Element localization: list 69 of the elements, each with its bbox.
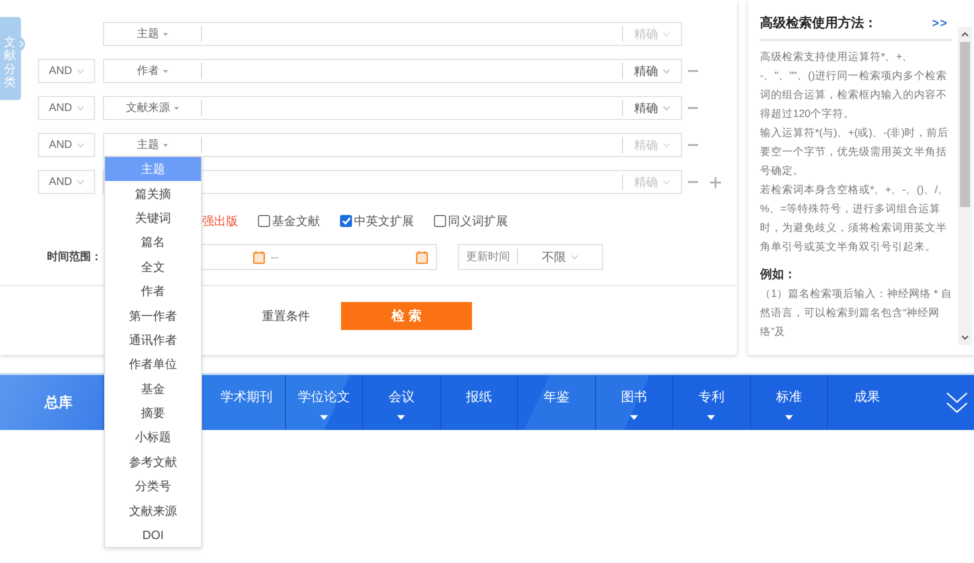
- menu-item[interactable]: 关键词: [105, 206, 201, 230]
- home-tab[interactable]: 总库: [0, 375, 103, 430]
- menu-item[interactable]: 基金: [105, 376, 201, 401]
- caret-icon: [163, 70, 168, 72]
- example-heading: 例如：: [760, 266, 797, 282]
- reset-button[interactable]: 重置条件: [262, 307, 310, 325]
- expand-link[interactable]: >>: [932, 14, 948, 32]
- nav-item[interactable]: 年鉴: [518, 375, 596, 430]
- caret-icon: [174, 106, 179, 110]
- chevron-icon: [77, 68, 84, 74]
- nav-item[interactable]: 学术期刊: [208, 375, 286, 430]
- caret-icon: [163, 144, 168, 146]
- match-select[interactable]: 精确: [623, 60, 681, 82]
- chevron-icon: [663, 180, 670, 184]
- help-paragraph: 高级检索支持使用运算符*、+、-、''、""、()进行同一检索项内多个检索词的组合运算，检索框内输入的内容不得超过120个字符。: [760, 50, 948, 122]
- example-paragraph: （1）篇名检索项后输入：神经网络 * 自然语言，可以检索到篇名包含“神经网络”及: [760, 286, 952, 340]
- menu-item[interactable]: DOI: [105, 522, 201, 548]
- menu-item[interactable]: 分类号: [105, 474, 201, 498]
- time-range-label: 时间范围：: [47, 250, 103, 265]
- help-title: 高级检索使用方法：: [760, 14, 877, 32]
- menu-item[interactable]: 作者单位: [105, 352, 201, 377]
- chevron-icon: [77, 142, 84, 148]
- caret-icon: [163, 32, 168, 36]
- menu-item[interactable]: 全文: [105, 254, 201, 279]
- update-time-select[interactable]: 更新时间 不限: [458, 244, 603, 270]
- menu-item[interactable]: 通讯作者: [105, 328, 201, 352]
- logic-select[interactable]: AND: [38, 133, 95, 157]
- nav-item[interactable]: 标准: [750, 375, 828, 430]
- menu-item[interactable]: 参考文献: [105, 450, 201, 474]
- field-select[interactable]: 作者: [104, 60, 201, 82]
- chevron-icon: [663, 106, 670, 110]
- menu-item[interactable]: 摘要: [105, 400, 201, 426]
- chevron-icon: [77, 106, 84, 110]
- calendar-icon[interactable]: [252, 250, 264, 264]
- nav-item[interactable]: 学位论文: [286, 375, 363, 430]
- field-select[interactable]: 主题: [104, 23, 201, 45]
- field-select[interactable]: 文献来源: [104, 97, 201, 119]
- plus-icon[interactable]: [710, 176, 721, 188]
- chevron-icon: [663, 142, 670, 148]
- nav-item[interactable]: 会议: [363, 375, 440, 430]
- nav-item[interactable]: 成果: [828, 375, 906, 430]
- double-chevron-icon[interactable]: [946, 390, 968, 414]
- match-select[interactable]: 精确: [623, 97, 681, 119]
- help-paragraph: 若检索词本身含空格或*、+、-、()、/、%、=等特殊符号，进行多词组合运算时，为避免歧义，须将检索词用英文半角单引号或英文半角双引号引起来。: [760, 182, 950, 254]
- help-paragraph: 输入运算符*(与)、+(或)、-(非)时，前后要空一个字节，优先级需用英文半角括号确定。: [760, 126, 950, 178]
- menu-item[interactable]: 篇关摘: [105, 181, 201, 206]
- logic-select[interactable]: AND: [38, 96, 95, 120]
- chevron-icon: [571, 254, 578, 260]
- checkbox[interactable]: 基金文献: [258, 212, 320, 230]
- field-select[interactable]: 主题: [104, 134, 201, 156]
- chevron-icon: [77, 180, 84, 184]
- chevron-icon: [663, 32, 670, 36]
- logic-select[interactable]: AND: [38, 59, 95, 83]
- menu-item[interactable]: 文献来源: [105, 498, 201, 523]
- chevron-icon: [663, 68, 670, 74]
- calendar-icon[interactable]: [416, 250, 428, 264]
- expand-icon[interactable]: [17, 36, 26, 52]
- menu-item[interactable]: 作者: [105, 278, 201, 304]
- checkbox[interactable]: 同义词扩展: [434, 212, 508, 230]
- menu-item[interactable]: 第一作者: [105, 303, 201, 328]
- menu-item[interactable]: 小标题: [105, 425, 201, 450]
- logic-select[interactable]: AND: [38, 170, 95, 194]
- checkmark-icon: [342, 217, 350, 225]
- option-label: 强出版: [202, 213, 238, 230]
- menu-item[interactable]: 篇名: [105, 230, 201, 255]
- nav-item[interactable]: 报纸: [440, 375, 518, 430]
- nav-item[interactable]: 图书: [596, 375, 673, 430]
- checkbox[interactable]: 中英文扩展: [340, 212, 414, 230]
- nav-item[interactable]: 专利: [673, 375, 750, 430]
